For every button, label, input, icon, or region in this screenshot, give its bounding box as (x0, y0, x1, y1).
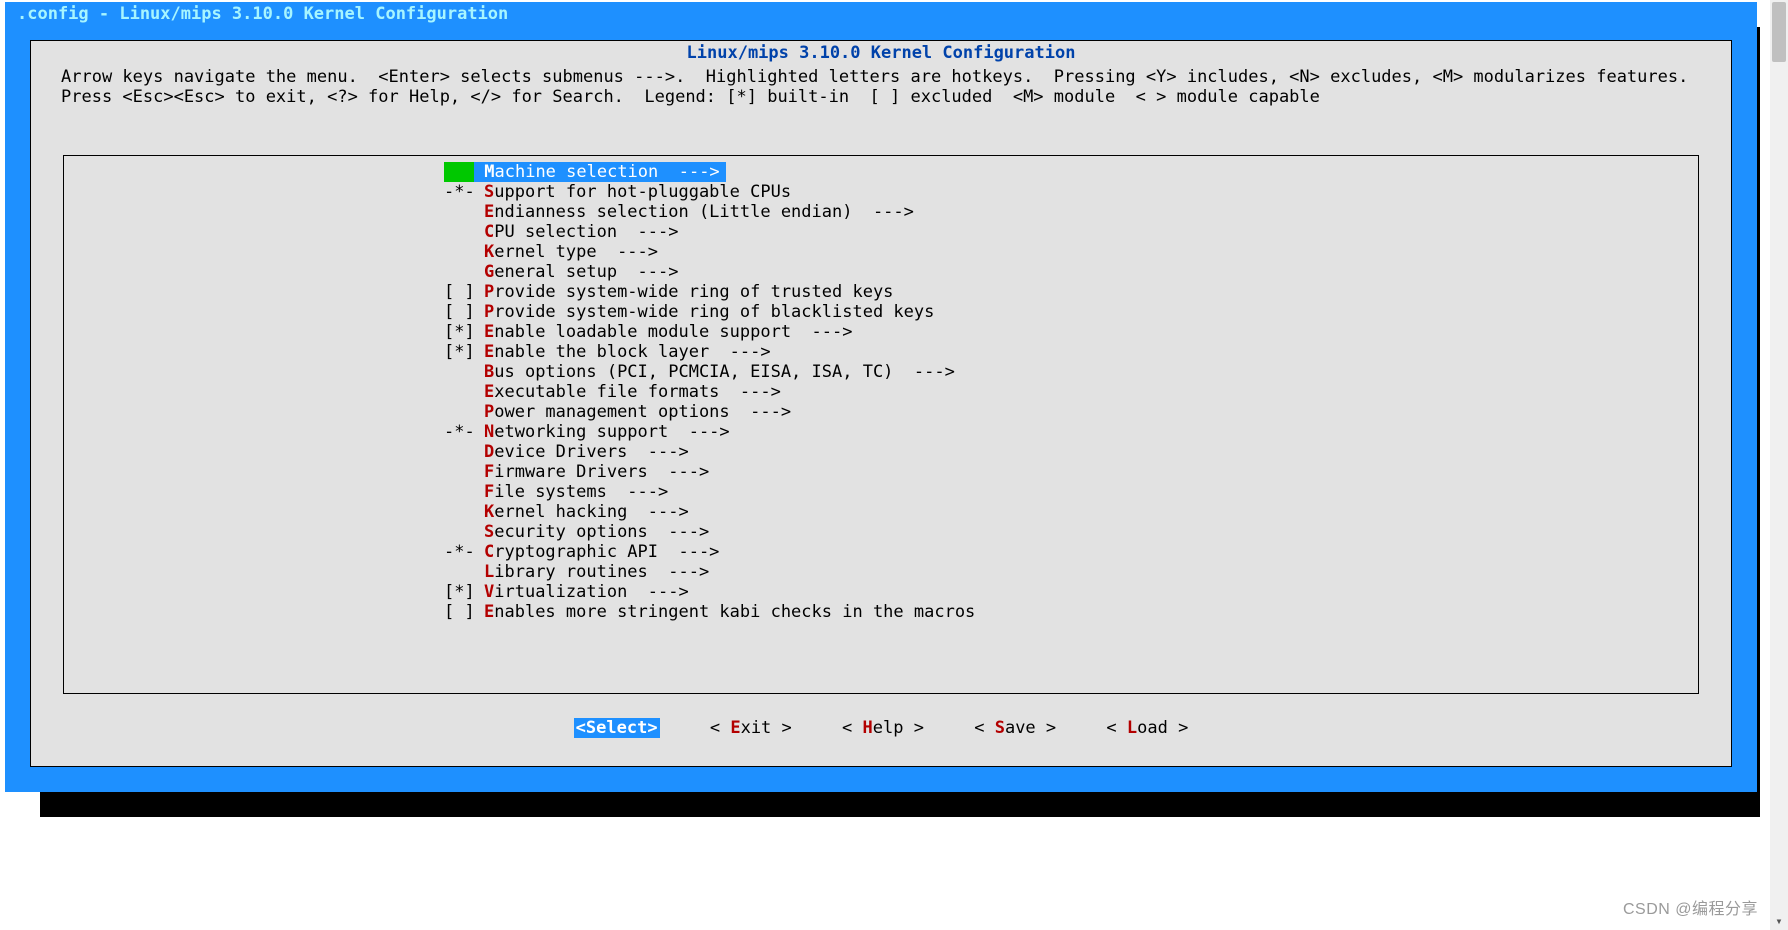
menu-box: Machine selection --->-*- Support for ho… (63, 155, 1699, 694)
menu-item-prefix: [ ] (444, 282, 484, 302)
help-button[interactable]: < Help > (842, 718, 924, 738)
menu-item[interactable]: Firmware Drivers ---> (64, 462, 1698, 482)
window-title: .config - Linux/mips 3.10.0 Kernel Confi… (5, 2, 1757, 26)
menu-item-label: File systems ---> (484, 482, 668, 502)
menu-item-prefix (444, 262, 484, 282)
menu-item-prefix (444, 402, 484, 422)
menu-item-label: General setup ---> (484, 262, 678, 282)
menu-item-prefix (444, 222, 484, 242)
menu-item[interactable]: [ ] Enables more stringent kabi checks i… (64, 602, 1698, 622)
menu-item-label: Library routines ---> (484, 562, 709, 582)
menu-item-label: Machine selection ---> (474, 162, 726, 182)
menu-item-label: Provide system-wide ring of blacklisted … (484, 302, 934, 322)
menu-item-label: Enables more stringent kabi checks in th… (484, 602, 975, 622)
scroll-down-icon[interactable]: ▾ (1770, 912, 1788, 930)
menu-item-prefix (444, 442, 484, 462)
menu-item[interactable]: Bus options (PCI, PCMCIA, EISA, ISA, TC)… (64, 362, 1698, 382)
menu-item-prefix (444, 502, 484, 522)
menu-item[interactable]: Machine selection ---> (64, 162, 1698, 182)
menu-item-prefix: [*] (444, 342, 484, 362)
menu-item-prefix (444, 242, 484, 262)
menu-item[interactable]: Kernel hacking ---> (64, 502, 1698, 522)
menu-item-prefix (444, 202, 484, 222)
menu-item-label: Enable loadable module support ---> (484, 322, 852, 342)
menu-item[interactable]: General setup ---> (64, 262, 1698, 282)
menu-item-prefix (444, 462, 484, 482)
menu-item[interactable]: -*- Support for hot-pluggable CPUs (64, 182, 1698, 202)
menu-item-prefix (444, 382, 484, 402)
menu-item-prefix: [ ] (444, 602, 484, 622)
menu-item-label: Virtualization ---> (484, 582, 689, 602)
scrollbar-track[interactable]: ▴ ▾ (1770, 0, 1788, 930)
menu-item[interactable]: Power management options ---> (64, 402, 1698, 422)
menu-item-label: Power management options ---> (484, 402, 791, 422)
menu-item-label: CPU selection ---> (484, 222, 678, 242)
load-button[interactable]: < Load > (1106, 718, 1188, 738)
menu-item[interactable]: [*] Virtualization ---> (64, 582, 1698, 602)
menu-item-prefix: -*- (444, 542, 484, 562)
menu-item-prefix (444, 522, 484, 542)
menu-item-label: Networking support ---> (484, 422, 730, 442)
menu-item-prefix: [*] (444, 582, 484, 602)
menu-item-prefix: [ ] (444, 302, 484, 322)
menu-item[interactable]: [ ] Provide system-wide ring of trusted … (64, 282, 1698, 302)
menu-item[interactable]: Endianness selection (Little endian) ---… (64, 202, 1698, 222)
menu-item-prefix: [*] (444, 322, 484, 342)
menu-item[interactable]: [*] Enable the block layer ---> (64, 342, 1698, 362)
dialog-instructions: Arrow keys navigate the menu. <Enter> se… (61, 67, 1701, 107)
button-row: <Select> < Exit > < Help > < Save > < Lo… (31, 718, 1731, 738)
menu-item-label: Security options ---> (484, 522, 709, 542)
menu-item[interactable]: Kernel type ---> (64, 242, 1698, 262)
watermark: CSDN @编程分享 (1623, 900, 1758, 920)
scrollbar-thumb[interactable] (1772, 2, 1786, 62)
menu-item-label: Kernel type ---> (484, 242, 658, 262)
selection-marker (444, 162, 474, 182)
menu-list[interactable]: Machine selection --->-*- Support for ho… (64, 162, 1698, 687)
menu-item-label: Executable file formats ---> (484, 382, 781, 402)
menu-item-label: Provide system-wide ring of trusted keys (484, 282, 893, 302)
menu-item-prefix: -*- (444, 182, 484, 202)
menu-item-label: Firmware Drivers ---> (484, 462, 709, 482)
menu-item[interactable]: Library routines ---> (64, 562, 1698, 582)
menu-item-label: Kernel hacking ---> (484, 502, 689, 522)
menu-item-label: Support for hot-pluggable CPUs (484, 182, 791, 202)
menu-item-label: Enable the block layer ---> (484, 342, 771, 362)
dialog-title: Linux/mips 3.10.0 Kernel Configuration (31, 43, 1731, 63)
menu-item[interactable]: File systems ---> (64, 482, 1698, 502)
menu-item-label: Device Drivers ---> (484, 442, 689, 462)
menu-item[interactable]: -*- Networking support ---> (64, 422, 1698, 442)
menu-item[interactable]: Device Drivers ---> (64, 442, 1698, 462)
menu-item[interactable]: Executable file formats ---> (64, 382, 1698, 402)
menu-item-prefix (444, 562, 484, 582)
config-dialog: Linux/mips 3.10.0 Kernel Configuration A… (30, 40, 1732, 767)
menu-item[interactable]: [*] Enable loadable module support ---> (64, 322, 1698, 342)
menu-item[interactable]: Security options ---> (64, 522, 1698, 542)
window-frame: .config - Linux/mips 3.10.0 Kernel Confi… (5, 2, 1757, 792)
menu-item-label: Endianness selection (Little endian) ---… (484, 202, 914, 222)
menu-item-prefix (444, 362, 484, 382)
menu-item-prefix: -*- (444, 422, 484, 442)
menu-item-label: Bus options (PCI, PCMCIA, EISA, ISA, TC)… (484, 362, 955, 382)
menu-item[interactable]: -*- Cryptographic API ---> (64, 542, 1698, 562)
menu-item-prefix (444, 482, 484, 502)
menu-item[interactable]: CPU selection ---> (64, 222, 1698, 242)
exit-button[interactable]: < Exit > (710, 718, 792, 738)
select-button[interactable]: <Select> (574, 718, 660, 738)
save-button[interactable]: < Save > (974, 718, 1056, 738)
terminal-window: .config - Linux/mips 3.10.0 Kernel Confi… (5, 2, 1757, 812)
menu-item[interactable]: [ ] Provide system-wide ring of blacklis… (64, 302, 1698, 322)
menu-item-label: Cryptographic API ---> (484, 542, 719, 562)
